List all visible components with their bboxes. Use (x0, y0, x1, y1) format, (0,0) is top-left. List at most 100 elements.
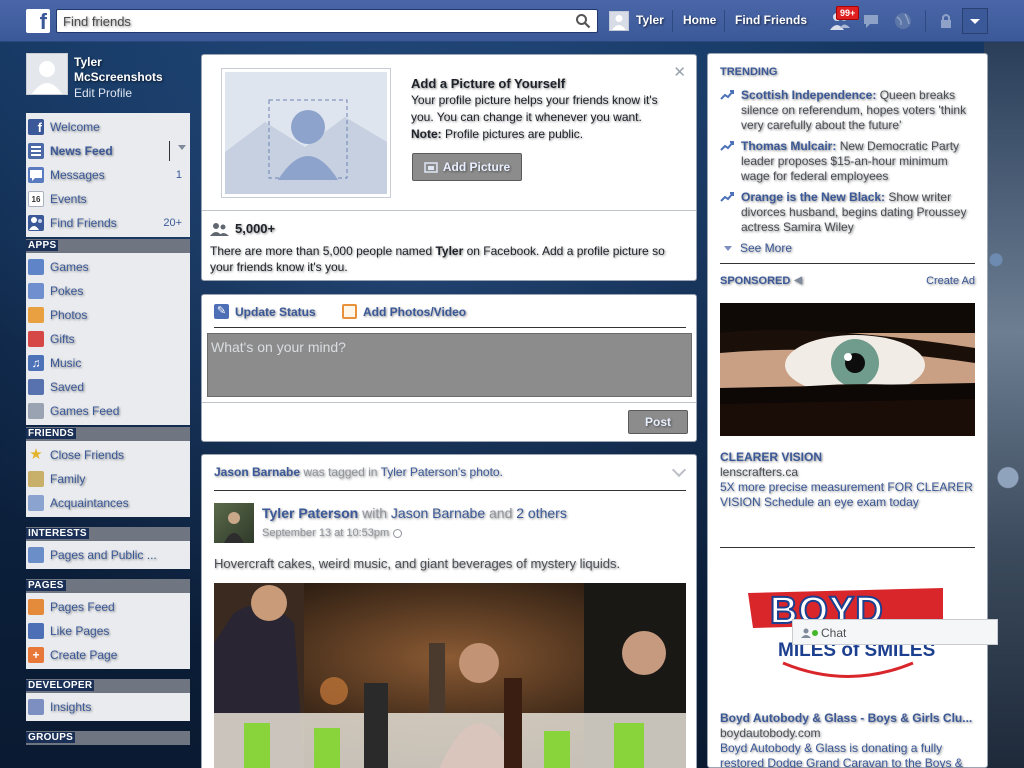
home-link[interactable]: Home (683, 13, 716, 27)
sidebar-item-acquaintances[interactable]: Acquaintances (26, 491, 190, 515)
sidebar-item-find-friends[interactable]: Find Friends 20+ (26, 211, 190, 235)
sidebar-item-gifts[interactable]: Gifts (26, 327, 190, 351)
megaphone-icon: ◀ (794, 275, 802, 286)
sidebar-item-pokes[interactable]: Pokes (26, 279, 190, 303)
search-icon[interactable] (575, 13, 591, 29)
sidebar-item-events[interactable]: 16 Events (26, 187, 190, 211)
story-tag-header: Jason Barnabe was tagged in Tyler Paters… (214, 465, 503, 479)
divider (202, 402, 696, 403)
person-icon (801, 628, 811, 638)
apps-section: Games Pokes Photos Gifts ♫ Music Saved G… (26, 253, 190, 425)
ad-image-eye[interactable] (720, 303, 975, 436)
sidebar-item-label: Games Feed (50, 404, 120, 418)
profile-picture[interactable] (26, 53, 68, 95)
star-icon: ★ (29, 446, 43, 463)
sidebar-item-saved[interactable]: Saved (26, 375, 190, 399)
section-header-friends[interactable]: FRIENDS (26, 427, 190, 441)
add-picture-button[interactable]: Add Picture (412, 153, 522, 181)
thumbs-up-icon (28, 623, 44, 639)
sidebar-item-close-friends[interactable]: ★ Close Friends (26, 443, 190, 467)
friend-link[interactable]: Jason Barnabe (391, 505, 485, 521)
sidebar-item-like-pages[interactable]: Like Pages (26, 619, 190, 643)
sidebar-item-label: Close Friends (50, 448, 125, 462)
sidebar-item-games[interactable]: Games (26, 255, 190, 279)
search-input[interactable] (57, 10, 567, 32)
section-header-pages[interactable]: PAGES (26, 579, 190, 593)
post-button[interactable]: Post (628, 410, 688, 434)
trend-item[interactable]: Orange is the New Black: Show writer div… (720, 190, 975, 235)
prompt-note: Note: Profile pictures are public. (411, 127, 584, 141)
prompt-title: Add a Picture of Yourself (411, 76, 566, 91)
close-icon[interactable]: ✕ (673, 63, 686, 81)
tagged-user-link[interactable]: Jason Barnabe (214, 465, 300, 479)
divider (202, 210, 696, 211)
profile-name[interactable]: Tyler McScreenshots (74, 55, 184, 85)
avatar[interactable] (609, 11, 629, 31)
name-count-text: There are more than 5,000 people named T… (210, 244, 665, 274)
sidebar-item-label: Find Friends (50, 216, 117, 230)
photo-icon (342, 304, 357, 319)
facebook-logo-icon[interactable]: f (26, 9, 50, 33)
section-header-developer[interactable]: DEVELOPER (26, 679, 190, 693)
trending-arrow-icon (720, 90, 734, 100)
games-feed-icon (28, 403, 44, 419)
author-avatar[interactable] (214, 503, 254, 543)
tab-update-status[interactable]: ✎ Update Status (214, 304, 316, 319)
section-header-groups[interactable]: GROUPS (26, 731, 190, 745)
sidebar-item-label: Pages Feed (50, 600, 115, 614)
top-bar: f Tyler Home Find Friends 99+ (0, 0, 1024, 42)
sidebar-item-music[interactable]: ♫ Music (26, 351, 190, 375)
chat-bar[interactable]: Chat (792, 619, 998, 645)
story-timestamp[interactable]: September 13 at 10:53pm (262, 527, 403, 539)
divider (724, 10, 725, 32)
friends-section: ★ Close Friends Family Acquaintances (26, 441, 190, 517)
globe-icon[interactable] (892, 11, 914, 31)
section-header-apps[interactable]: APPS (26, 239, 190, 253)
music-icon: ♫ (28, 355, 44, 371)
background-art (984, 42, 1024, 768)
profile-link[interactable]: Tyler (636, 13, 664, 27)
notification-badge: 99+ (836, 6, 860, 20)
privacy-lock-icon[interactable] (936, 11, 958, 31)
see-more-link[interactable]: See More (724, 241, 792, 255)
trend-item[interactable]: Thomas Mulcair: New Democratic Party lea… (720, 139, 975, 184)
sidebar-item-games-feed[interactable]: Games Feed (26, 399, 190, 423)
find-friends-link[interactable]: Find Friends (735, 13, 807, 27)
author-link[interactable]: Tyler Paterson (262, 505, 358, 521)
sidebar-item-messages[interactable]: Messages 1 (26, 163, 190, 187)
sidebar-item-pages-feed[interactable]: Pages Feed (26, 595, 190, 619)
story-photo[interactable] (214, 583, 686, 768)
story-author-line: Tyler Paterson with Jason Barnabe and 2 … (262, 505, 567, 521)
games-icon (28, 259, 44, 275)
sidebar-item-label: Messages (50, 168, 105, 182)
account-menu-button[interactable] (962, 8, 988, 34)
prompt-body: Your profile picture helps your friends … (411, 93, 658, 124)
sidebar-item-photos[interactable]: Photos (26, 303, 190, 327)
status-input[interactable]: What's on your mind? (207, 333, 692, 397)
others-link[interactable]: 2 others (516, 505, 567, 521)
ad-boyd[interactable]: Boyd Autobody & Glass - Boys & Girls Clu… (720, 711, 975, 768)
tab-add-photos[interactable]: Add Photos/Video (342, 304, 466, 319)
sidebar-item-welcome[interactable]: f Welcome (26, 115, 190, 139)
sidebar-item-create-page[interactable]: + Create Page (26, 643, 190, 667)
profile-picture-placeholder (222, 69, 390, 197)
sidebar-item-family[interactable]: Family (26, 467, 190, 491)
trend-item[interactable]: Scottish Independence: Queen breaks sile… (720, 88, 975, 133)
sidebar-item-insights[interactable]: Insights (26, 695, 190, 719)
chevron-down-icon[interactable] (671, 462, 687, 478)
prompt-text: Add a Picture of Yourself Your profile p… (411, 75, 673, 143)
ad-lenscrafters[interactable]: CLEARER VISION lenscrafters.ca 5X more p… (720, 450, 975, 510)
photos-icon (28, 307, 44, 323)
edit-profile-link[interactable]: Edit Profile (74, 86, 132, 100)
divider (214, 327, 686, 328)
sidebar-item-pages-and-public[interactable]: Pages and Public ... (26, 543, 190, 567)
messages-icon[interactable] (861, 11, 883, 31)
divider (169, 141, 170, 161)
friend-count: 20+ (163, 217, 182, 229)
create-ad-link[interactable]: Create Ad (926, 275, 975, 287)
sidebar-item-news-feed[interactable]: News Feed (26, 139, 190, 163)
item-options-icon[interactable] (178, 145, 186, 150)
section-header-interests[interactable]: INTERESTS (26, 527, 190, 541)
favorites-section: f Welcome News Feed Messages 1 16 Events… (26, 113, 190, 237)
tagged-photo-link[interactable]: Tyler Paterson's photo. (381, 465, 503, 479)
